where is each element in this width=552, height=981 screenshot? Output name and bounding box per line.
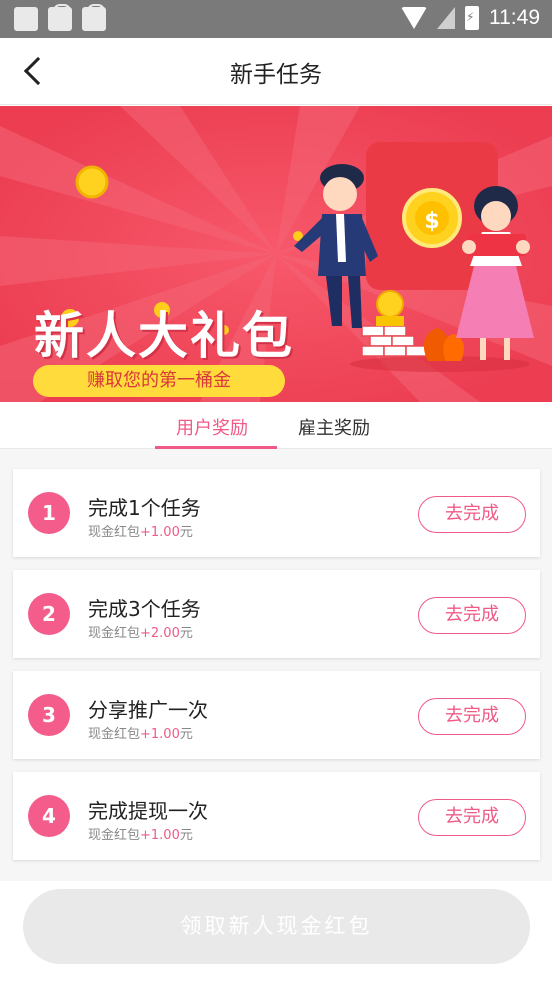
task-number-badge: 1 bbox=[28, 492, 70, 534]
tab-user-rewards[interactable]: 用户奖励 bbox=[176, 414, 248, 440]
reward-amount: +1.00 bbox=[140, 828, 180, 843]
status-time: 11:49 bbox=[489, 6, 540, 29]
complete-task-button[interactable]: 去完成 bbox=[418, 799, 526, 836]
task-reward: 现金红包+1.00元 bbox=[88, 521, 193, 540]
app-icon bbox=[14, 7, 38, 31]
status-bar: 11:49 bbox=[0, 0, 552, 38]
reward-tabs: 用户奖励 雇主奖励 bbox=[0, 402, 552, 449]
reward-label: 现金红包 bbox=[88, 525, 141, 540]
claim-newcomer-bonus-button[interactable]: 领取新人现金红包 bbox=[23, 889, 530, 964]
banner-subtitle: 赚取您的第一桶金 bbox=[33, 365, 285, 397]
task-title: 分享推广一次 bbox=[88, 698, 208, 722]
reward-amount: +1.00 bbox=[140, 525, 180, 540]
complete-task-button[interactable]: 去完成 bbox=[418, 597, 526, 634]
reward-label: 现金红包 bbox=[88, 828, 141, 843]
task-reward: 现金红包+1.00元 bbox=[88, 723, 193, 742]
reward-unit: 元 bbox=[179, 727, 193, 742]
bag-icon bbox=[82, 4, 106, 31]
task-card: 1 完成1个任务 现金红包+1.00元 去完成 bbox=[13, 469, 540, 557]
reward-amount: +1.00 bbox=[140, 727, 180, 742]
footer: 领取新人现金红包 bbox=[0, 881, 552, 981]
no-sim-icon bbox=[437, 7, 455, 29]
reward-label: 现金红包 bbox=[88, 727, 141, 742]
reward-unit: 元 bbox=[179, 525, 193, 540]
banner-title: 新人大礼包 bbox=[34, 306, 294, 365]
bag-icon bbox=[48, 4, 72, 31]
task-number-badge: 3 bbox=[28, 694, 70, 736]
app-header: 新手任务 bbox=[0, 38, 552, 105]
promo-banner: $ 新人大礼包 赚取您的第一桶金 bbox=[0, 106, 552, 402]
task-title: 完成3个任务 bbox=[88, 597, 201, 621]
complete-task-button[interactable]: 去完成 bbox=[418, 698, 526, 735]
reward-label: 现金红包 bbox=[88, 626, 141, 641]
page-title: 新手任务 bbox=[230, 62, 322, 88]
wifi-icon bbox=[401, 7, 427, 29]
reward-unit: 元 bbox=[179, 828, 193, 843]
task-title: 完成提现一次 bbox=[88, 799, 208, 823]
complete-task-button[interactable]: 去完成 bbox=[418, 496, 526, 533]
task-card: 3 分享推广一次 现金红包+1.00元 去完成 bbox=[13, 671, 540, 759]
task-card: 2 完成3个任务 现金红包+2.00元 去完成 bbox=[13, 570, 540, 658]
coin-symbol: $ bbox=[424, 209, 439, 234]
tab-employer-rewards[interactable]: 雇主奖励 bbox=[298, 414, 370, 440]
task-card: 4 完成提现一次 现金红包+1.00元 去完成 bbox=[13, 772, 540, 860]
battery-charging-icon bbox=[465, 6, 479, 30]
reward-unit: 元 bbox=[179, 626, 193, 641]
task-reward: 现金红包+1.00元 bbox=[88, 824, 193, 843]
reward-amount: +2.00 bbox=[140, 626, 180, 641]
task-reward: 现金红包+2.00元 bbox=[88, 622, 193, 641]
task-list: 1 完成1个任务 现金红包+1.00元 去完成 2 完成3个任务 现金红包+2.… bbox=[0, 449, 552, 881]
task-number-badge: 4 bbox=[28, 795, 70, 837]
task-number-badge: 2 bbox=[28, 593, 70, 635]
task-title: 完成1个任务 bbox=[88, 496, 201, 520]
